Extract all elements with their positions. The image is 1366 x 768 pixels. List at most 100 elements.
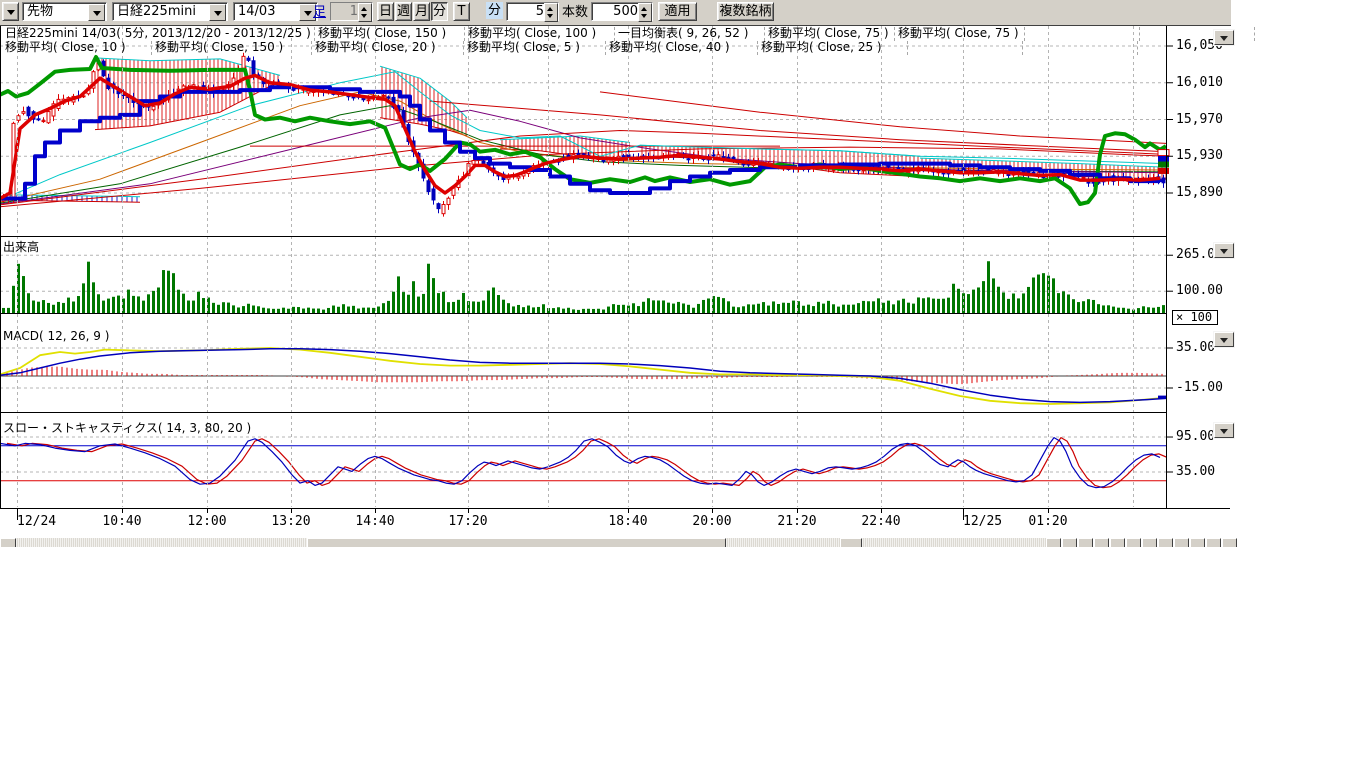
time-axis-label: 12:00	[187, 514, 226, 529]
multi-symbol-button[interactable]: 複数銘柄	[717, 2, 774, 21]
legend-item	[908, 41, 1023, 55]
legend-item: 移動平均( Close, 25 )	[758, 41, 908, 55]
apply-label: 適用	[664, 4, 690, 19]
ashi-count-value: 1	[350, 4, 358, 19]
dropdown-arrow-icon	[1220, 338, 1228, 343]
price-axis-label: 15,890	[1176, 186, 1223, 200]
contract-month-value: 14/03	[238, 4, 275, 19]
mini-button[interactable]	[1206, 538, 1221, 547]
scrollbar-track[interactable]	[726, 538, 840, 547]
mini-button[interactable]	[1158, 538, 1173, 547]
legend-item: 移動平均( Close, 75 )	[895, 27, 1025, 41]
combo-drop-button[interactable]	[88, 4, 105, 21]
period-tick-button[interactable]: T	[453, 2, 470, 21]
legend-row-2: 移動平均( Close, 10 )移動平均( Close, 150 )移動平均(…	[2, 41, 1138, 55]
legend-item: 移動平均( Close, 10 )	[2, 41, 152, 55]
volume-pane-title: 出来高	[3, 238, 39, 255]
scrollbar-thumb[interactable]	[840, 538, 862, 547]
scrollbar-left-button[interactable]	[0, 538, 16, 547]
legend-item: 移動平均( Close, 20 )	[312, 41, 464, 55]
legend-item	[1025, 27, 1140, 41]
dropdown-arrow-icon	[1220, 249, 1228, 254]
period-month-button[interactable]: 月	[413, 2, 430, 21]
bars-value: 500	[613, 4, 638, 19]
minutes-spinner[interactable]: 5	[506, 2, 559, 21]
legend-item: 日経225mini 14/03( 5分, 2013/12/20 - 2013/1…	[2, 27, 315, 41]
time-axis-date-label: 12/25	[963, 514, 1002, 529]
dropdown-arrow-icon	[214, 11, 222, 16]
period-minute-button[interactable]: 分	[431, 2, 448, 21]
legend-item: 移動平均( Close, 40 )	[606, 41, 758, 55]
mini-button[interactable]	[1110, 538, 1125, 547]
symbol-value: 日経225mini	[117, 4, 196, 19]
price-axis-label: 15,930	[1176, 149, 1223, 163]
apply-button[interactable]: 適用	[658, 2, 697, 21]
legend-item: 移動平均( Close, 150 )	[152, 41, 312, 55]
macd-pane-title: MACD( 12, 26, 9 )	[3, 329, 109, 343]
time-axis-label: 18:40	[608, 514, 647, 529]
spinner-buttons-icon[interactable]	[638, 3, 652, 22]
mini-button[interactable]	[1142, 538, 1157, 547]
period-week-label: 週	[397, 4, 410, 19]
legend-row-1: 日経225mini 14/03( 5分, 2013/12/20 - 2013/1…	[2, 27, 1255, 41]
macd-axis-label: 35.00	[1176, 341, 1215, 355]
time-axis-label: 10:40	[102, 514, 141, 529]
time-axis-label: 22:40	[861, 514, 900, 529]
time-axis-label: 13:20	[271, 514, 310, 529]
horizontal-scrollbar[interactable]	[0, 538, 1240, 547]
stoch-axis-label: 35.00	[1176, 465, 1215, 479]
minutes-label: 分	[486, 2, 503, 19]
stoch-axis-menu-button[interactable]	[1214, 423, 1234, 438]
stoch-pane-title: スロー・ストキャスティクス( 14, 3, 80, 20 )	[3, 419, 251, 436]
mini-button[interactable]	[1094, 538, 1109, 547]
period-tick-label: T	[458, 4, 466, 19]
stoch-axis-label: 95.00	[1176, 430, 1215, 444]
scrollbar-track[interactable]	[16, 538, 307, 547]
toolbar: 先物 日経225mini 14/03 足 1 日 週 月 分 T 分 5 本数 …	[0, 0, 1231, 26]
instrument-type-combo[interactable]: 先物	[22, 2, 107, 21]
spinner-buttons-icon[interactable]	[358, 3, 372, 22]
legend-item: 移動平均( Close, 100 )	[465, 27, 615, 41]
macd-axis-label: -15.00	[1176, 381, 1223, 395]
chart-canvas[interactable]	[0, 0, 1240, 547]
period-month-label: 月	[415, 4, 428, 19]
dropdown-arrow-icon	[1220, 36, 1228, 41]
mini-button[interactable]	[1062, 538, 1077, 547]
price-axis-label: 16,010	[1176, 76, 1223, 90]
mini-button[interactable]	[1126, 538, 1141, 547]
spinner-buttons-icon[interactable]	[544, 3, 558, 22]
scrollbar-thumb[interactable]	[307, 538, 726, 547]
time-axis-date-label: 12/24	[17, 514, 56, 529]
legend-item: 移動平均( Close, 5 )	[464, 41, 606, 55]
time-axis-label: 17:20	[448, 514, 487, 529]
bars-spinner[interactable]: 500	[591, 2, 653, 21]
mini-button[interactable]	[1078, 538, 1093, 547]
dropdown-arrow-icon	[93, 11, 101, 16]
period-day-button[interactable]: 日	[377, 2, 394, 21]
combo-drop-button[interactable]	[209, 4, 226, 21]
window-menu-button[interactable]	[2, 2, 19, 21]
instrument-type-value: 先物	[27, 4, 53, 19]
mini-button[interactable]	[1190, 538, 1205, 547]
ashi-count-spinner[interactable]: 1	[330, 2, 373, 21]
dropdown-arrow-icon	[7, 10, 15, 15]
volume-axis-menu-button[interactable]	[1214, 243, 1234, 258]
symbol-combo[interactable]: 日経225mini	[112, 2, 228, 21]
dropdown-arrow-icon	[1220, 429, 1228, 434]
period-week-button[interactable]: 週	[395, 2, 412, 21]
legend-item: 移動平均( Close, 150 )	[315, 27, 465, 41]
mini-button[interactable]	[1174, 538, 1189, 547]
scrollbar-track[interactable]	[862, 538, 1046, 547]
legend-item	[1023, 41, 1138, 55]
volume-axis-label: 100.00	[1176, 284, 1223, 298]
period-day-label: 日	[379, 4, 392, 19]
minutes-value: 5	[536, 4, 544, 19]
period-minute-label: 分	[433, 4, 446, 19]
time-axis-label: 01:20	[1028, 514, 1067, 529]
time-axis-label: 14:40	[355, 514, 394, 529]
contract-month-combo[interactable]: 14/03	[233, 2, 318, 21]
mini-button[interactable]	[1046, 538, 1061, 547]
macd-axis-menu-button[interactable]	[1214, 332, 1234, 347]
mini-button[interactable]	[1222, 538, 1237, 547]
price-axis-menu-button[interactable]	[1214, 30, 1234, 45]
